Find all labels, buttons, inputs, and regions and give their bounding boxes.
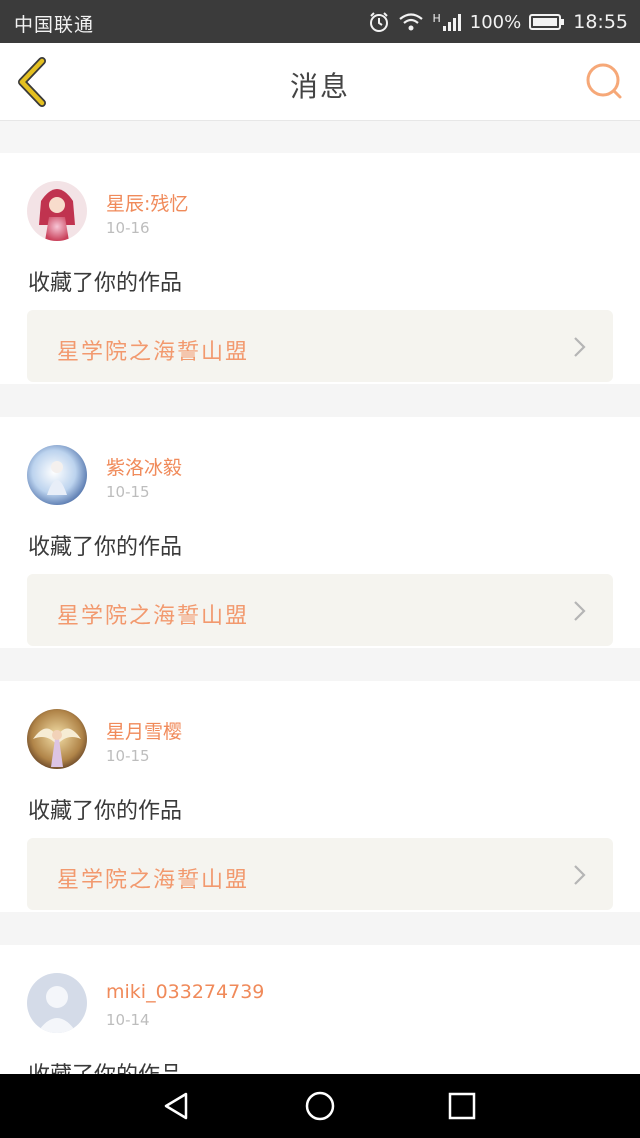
search-icon	[586, 63, 622, 99]
chevron-right-icon	[574, 865, 586, 885]
app-header: 消息	[0, 43, 640, 121]
list-item: miki_033274739 10-14 收藏了你的作品	[0, 945, 640, 1074]
list-divider	[0, 121, 640, 153]
username[interactable]: 紫洛冰毅	[106, 453, 182, 480]
avatar[interactable]	[27, 709, 87, 769]
work-title: 星学院之海誓山盟	[57, 868, 250, 893]
signal-type-label: H	[432, 12, 441, 25]
status-bar: 中国联通 H 100% 18:55	[0, 0, 640, 43]
work-title: 星学院之海誓山盟	[57, 604, 250, 629]
alarm-icon	[368, 11, 390, 33]
chevron-right-icon	[574, 337, 586, 357]
home-circle-icon	[305, 1091, 335, 1121]
username[interactable]: 星辰:残忆	[106, 189, 188, 216]
message-date: 10-14	[106, 1011, 150, 1029]
avatar[interactable]	[27, 973, 87, 1033]
back-triangle-icon	[164, 1092, 188, 1120]
action-text: 收藏了你的作品	[28, 1057, 182, 1074]
recents-square-icon	[448, 1092, 476, 1120]
carrier-label: 中国联通	[14, 14, 95, 36]
status-icons: H 100% 18:55	[368, 8, 628, 36]
avatar[interactable]	[27, 181, 87, 241]
battery-percent: 100%	[469, 11, 522, 33]
nav-back-button[interactable]	[160, 1090, 192, 1122]
message-date: 10-16	[106, 219, 150, 237]
action-text: 收藏了你的作品	[28, 535, 183, 560]
action-text: 收藏了你的作品	[28, 799, 183, 824]
list-item: 星月雪樱 10-15 收藏了你的作品 星学院之海誓山盟	[0, 681, 640, 912]
username[interactable]: 星月雪樱	[106, 717, 182, 744]
work-link[interactable]: 星学院之海誓山盟	[27, 310, 613, 382]
list-item: 星辰:残忆 10-16 收藏了你的作品 星学院之海誓山盟	[0, 153, 640, 384]
username[interactable]: miki_033274739	[106, 981, 264, 1003]
message-date: 10-15	[106, 483, 150, 501]
chevron-right-icon	[574, 601, 586, 621]
default-avatar-icon	[27, 973, 87, 1033]
nav-recents-button[interactable]	[446, 1090, 478, 1122]
page-title: 消息	[289, 70, 350, 103]
system-nav-bar	[0, 1074, 640, 1138]
battery-icon	[529, 13, 565, 31]
avatar[interactable]	[27, 445, 87, 505]
signal-icon: H	[432, 12, 461, 32]
clock: 18:55	[573, 11, 628, 33]
work-link[interactable]: 星学院之海誓山盟	[27, 574, 613, 646]
message-list[interactable]: 星辰:残忆 10-16 收藏了你的作品 星学院之海誓山盟 紫洛冰毅 10-15 …	[0, 121, 640, 1074]
wifi-icon	[398, 12, 424, 32]
work-title: 星学院之海誓山盟	[57, 340, 250, 365]
message-date: 10-15	[106, 747, 150, 765]
nav-home-button[interactable]	[304, 1090, 336, 1122]
search-button[interactable]	[584, 61, 626, 103]
list-item: 紫洛冰毅 10-15 收藏了你的作品 星学院之海誓山盟	[0, 417, 640, 648]
work-link[interactable]: 星学院之海誓山盟	[27, 838, 613, 910]
action-text: 收藏了你的作品	[28, 271, 183, 296]
